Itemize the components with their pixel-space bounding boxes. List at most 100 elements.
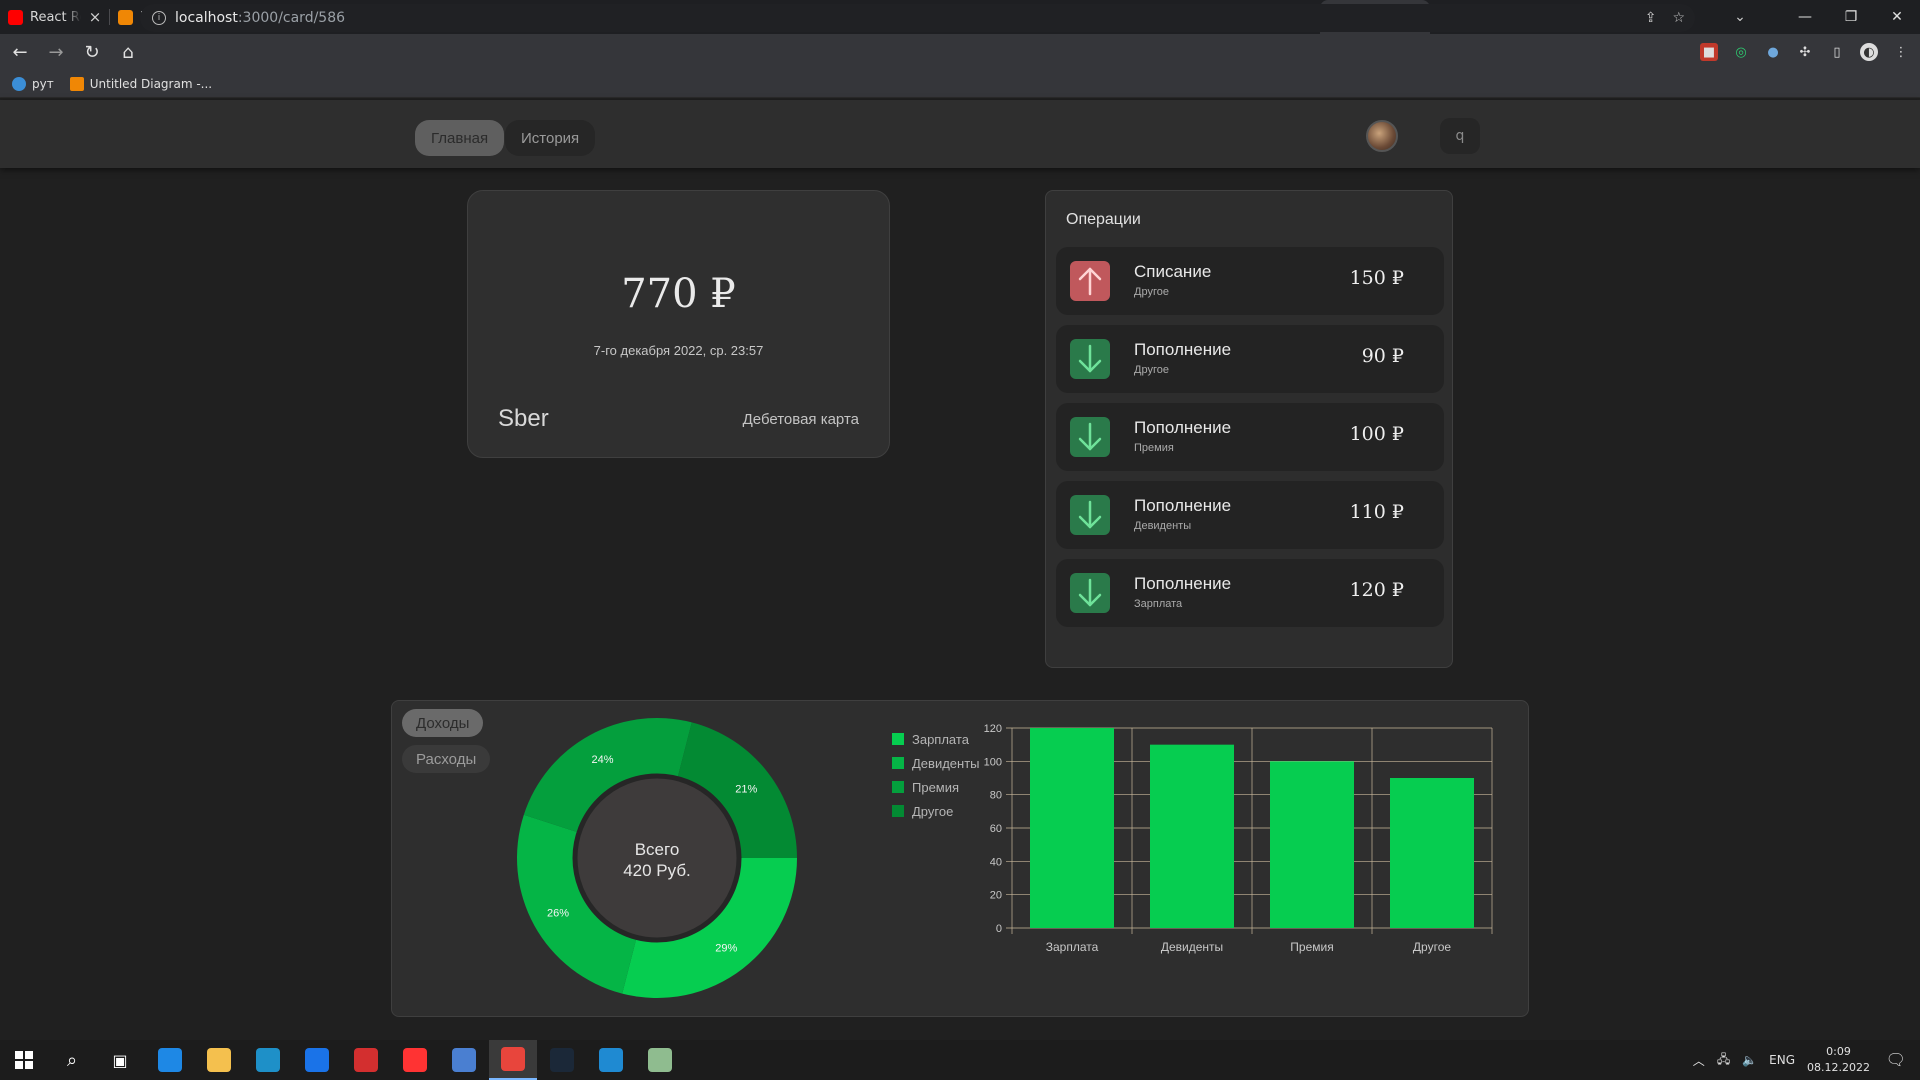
clock-time: 0:09 <box>1826 1045 1851 1058</box>
taskbar-app[interactable] <box>489 1040 537 1080</box>
close-window-icon[interactable]: ✕ <box>1874 0 1920 34</box>
address-bar[interactable]: i localhost:3000/card/586 ⇪ ☆ <box>140 4 1695 32</box>
drawio-icon <box>69 76 84 91</box>
y-tick-label: 120 <box>984 723 1002 735</box>
operation-category: Другое <box>1134 364 1169 376</box>
forward-arrow-icon[interactable]: → <box>40 36 72 68</box>
bookmark-item[interactable]: рут <box>12 76 54 91</box>
arrow-down-icon <box>1070 495 1110 535</box>
donut-slice-label: 21% <box>735 784 757 796</box>
income-toggle-button[interactable]: Доходы <box>402 709 484 737</box>
operation-item[interactable]: Пополнение Другое 90 ₽ <box>1056 325 1444 393</box>
avatar[interactable] <box>1366 120 1398 152</box>
arrow-up-icon <box>1070 261 1110 301</box>
taskbar-app[interactable] <box>244 1040 292 1080</box>
taskbar-app[interactable] <box>293 1040 341 1080</box>
nav-home-button[interactable]: Главная <box>415 120 505 156</box>
bar[interactable] <box>1270 761 1354 928</box>
donut-slice-label: 29% <box>715 942 737 954</box>
browser-toolbar: ← → ↻ ⌂ <box>0 34 1920 70</box>
operation-item[interactable]: Пополнение Девиденты 110 ₽ <box>1056 481 1444 549</box>
card-balance: 770 ₽ <box>621 271 736 317</box>
home-icon[interactable]: ⌂ <box>112 36 144 68</box>
legend-label: Другое <box>912 803 954 819</box>
app-header <box>0 100 1920 168</box>
bookmark-item[interactable]: Untitled Diagram -... <box>69 76 212 91</box>
y-tick-label: 0 <box>996 923 1002 935</box>
reload-icon[interactable]: ↻ <box>76 36 108 68</box>
operation-item[interactable]: Пополнение Премия 100 ₽ <box>1056 403 1444 471</box>
donut-legend: Зарплата Девиденты Премия Другое <box>892 727 980 823</box>
legend-item[interactable]: Другое <box>892 799 980 823</box>
search-button[interactable]: q <box>1440 118 1480 154</box>
legend-item[interactable]: Премия <box>892 775 980 799</box>
steam-icon <box>550 1048 574 1072</box>
bank-card[interactable]: 770 ₽ 7-го декабря 2022, ср. 23:57 Sber … <box>467 190 890 458</box>
operation-amount: 90 ₽ <box>1361 345 1404 367</box>
search-icon[interactable]: ⌕ <box>48 1040 96 1080</box>
tray-chevron-icon[interactable]: ︿ <box>1693 1052 1705 1069</box>
operation-amount: 110 ₽ <box>1349 501 1404 523</box>
legend-label: Девиденты <box>912 755 980 771</box>
legend-item[interactable]: Девиденты <box>892 751 980 775</box>
youtube-icon <box>8 9 23 25</box>
operation-item[interactable]: Списание Другое 150 ₽ <box>1056 247 1444 315</box>
extension-green-icon[interactable]: ◎ <box>1732 43 1750 61</box>
operation-amount: 100 ₽ <box>1349 423 1404 445</box>
nav-history-button[interactable]: История <box>505 120 596 156</box>
language-indicator[interactable]: ENG <box>1769 1053 1795 1067</box>
profile-avatar-icon[interactable]: ◐ <box>1860 43 1878 61</box>
operation-amount: 150 ₽ <box>1349 267 1404 289</box>
taskbar-app[interactable] <box>391 1040 439 1080</box>
donut-chart: 29% 26% 24% 21% Всего 420 Руб. <box>517 718 797 998</box>
taskbar-app[interactable] <box>636 1040 684 1080</box>
operations-title: Операции <box>1066 211 1141 228</box>
shield-icon <box>305 1048 329 1072</box>
side-panel-icon[interactable]: ▯ <box>1828 43 1846 61</box>
share-icon[interactable]: ⇪ <box>1645 10 1657 26</box>
bar[interactable] <box>1390 778 1474 928</box>
clock-date: 08.12.2022 <box>1807 1061 1870 1074</box>
operation-item[interactable]: Пополнение Зарплата 120 ₽ <box>1056 559 1444 627</box>
menu-kebab-icon[interactable]: ⋮ <box>1892 43 1910 61</box>
extensions-puzzle-icon[interactable]: ✣ <box>1796 43 1814 61</box>
notifications-icon[interactable]: 🗨 <box>1886 1050 1906 1069</box>
donut-total-label: Всего <box>635 840 680 859</box>
tab-title: React Ro <box>30 9 81 25</box>
tab-search-chevron-icon[interactable]: ⌄ <box>1710 0 1770 34</box>
taskbar-app[interactable] <box>146 1040 194 1080</box>
taskbar-app[interactable] <box>440 1040 488 1080</box>
card-bank-name: Sber <box>498 405 549 432</box>
extensions-area: ■ ◎ ● ✣ ▯ ◐ ⋮ <box>1700 34 1910 70</box>
extension-blue-icon[interactable]: ● <box>1764 43 1782 61</box>
y-tick-label: 60 <box>990 823 1002 835</box>
task-view-icon[interactable]: ▣ <box>96 1040 144 1080</box>
expense-toggle-button[interactable]: Расходы <box>402 745 491 773</box>
game-icon <box>354 1048 378 1072</box>
windows-start-icon[interactable] <box>0 1040 48 1080</box>
bar[interactable] <box>1030 728 1114 928</box>
close-tab-icon[interactable]: × <box>88 8 102 26</box>
operation-kind: Списание <box>1134 262 1212 281</box>
legend-swatch <box>892 781 904 793</box>
legend-item[interactable]: Зарплата <box>892 727 980 751</box>
volume-icon[interactable]: 🔈 <box>1742 1053 1757 1067</box>
taskbar-app[interactable] <box>538 1040 586 1080</box>
taskbar-app[interactable] <box>195 1040 243 1080</box>
x-tick-label: Зарплата <box>1046 940 1099 954</box>
browser-tab[interactable]: React Ro × <box>0 0 110 34</box>
clock[interactable]: 0:09 08.12.2022 <box>1807 1044 1870 1076</box>
bookmark-star-icon[interactable]: ☆ <box>1672 10 1685 26</box>
site-info-icon[interactable]: i <box>152 11 166 25</box>
bar[interactable] <box>1150 744 1234 928</box>
back-arrow-icon[interactable]: ← <box>4 36 36 68</box>
y-tick-label: 100 <box>984 756 1002 768</box>
restore-icon[interactable]: ❐ <box>1828 0 1874 34</box>
taskbar-app[interactable] <box>342 1040 390 1080</box>
arrow-down-icon <box>1070 417 1110 457</box>
network-icon[interactable]: 🖧 <box>1717 1050 1730 1071</box>
minimize-icon[interactable]: — <box>1782 0 1828 34</box>
taskbar-app[interactable] <box>587 1040 635 1080</box>
operation-category: Другое <box>1134 286 1169 298</box>
extension-red-icon[interactable]: ■ <box>1700 43 1718 61</box>
